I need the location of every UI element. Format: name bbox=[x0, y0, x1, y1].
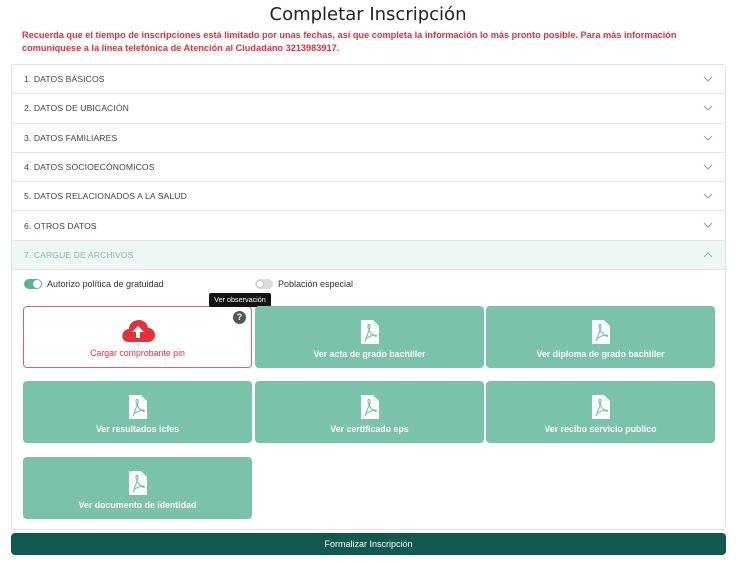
chevron-down-icon bbox=[703, 105, 713, 112]
section-datos-salud[interactable]: 5. DATOS RELACIONADOS A LA SALUD bbox=[12, 182, 725, 212]
ver-certificado-eps-button[interactable]: Ver certificado eps bbox=[255, 381, 484, 443]
chevron-down-icon bbox=[703, 76, 713, 82]
card-label: Ver diploma de grado bachiller bbox=[536, 349, 665, 359]
section-cargue-archivos[interactable]: 7. CARGUE DE ARCHIVOS bbox=[12, 240, 725, 271]
chevron-down-icon bbox=[703, 223, 713, 229]
pdf-icon bbox=[591, 320, 610, 344]
section-label: 2. DATOS DE UBICACIÓN bbox=[24, 103, 129, 114]
pdf-icon bbox=[360, 395, 379, 419]
section-label: 1. DATOS BÁSICOS bbox=[24, 74, 105, 85]
upload-comprobante-pin-button[interactable]: Cargar comprobante pin bbox=[23, 306, 252, 368]
notice-line-1: Recuerda que el tiempo de inscripciones … bbox=[22, 30, 677, 40]
toggle-poblacion-especial[interactable]: Población especial bbox=[255, 279, 353, 289]
ver-acta-grado-button[interactable]: Ver acta de grado bachiller bbox=[255, 306, 484, 368]
tooltip-ver-observacion: Ver observación bbox=[209, 293, 271, 307]
section-datos-socioeconomicos[interactable]: 4. DATOS SOCIOECÓNOMICOS bbox=[12, 153, 725, 183]
switch-off[interactable] bbox=[255, 279, 273, 289]
card-label: Ver certificado eps bbox=[330, 424, 409, 434]
chevron-down-icon bbox=[703, 164, 713, 170]
cloud-upload-icon bbox=[121, 320, 155, 342]
pdf-icon bbox=[128, 471, 147, 495]
section-label: 6. OTROS DATOS bbox=[24, 220, 97, 231]
card-label: Ver recibo servicio publico bbox=[544, 424, 657, 434]
notice-line-2: comuníquese a la línea telefónica de Ate… bbox=[22, 43, 340, 53]
section-datos-familiares[interactable]: 3. DATOS FAMILIARES bbox=[12, 124, 725, 153]
section-datos-ubicacion[interactable]: 2. DATOS DE UBICACIÓN bbox=[12, 94, 725, 124]
section-datos-basicos[interactable]: 1. DATOS BÁSICOS bbox=[12, 65, 725, 95]
card-label: Cargar comprobante pin bbox=[90, 348, 185, 358]
card-label: Ver documento de identidad bbox=[78, 500, 197, 510]
pdf-icon bbox=[128, 395, 147, 419]
section-label: 7. CARGUE DE ARCHIVOS bbox=[24, 249, 134, 260]
card-label: Ver acta de grado bachiller bbox=[313, 349, 426, 359]
question-icon[interactable]: ? bbox=[233, 311, 246, 324]
pdf-icon bbox=[591, 395, 610, 419]
toggle-label: Autorizo política de gratuidad bbox=[47, 279, 164, 289]
section-label: 5. DATOS RELACIONADOS A LA SALUD bbox=[24, 191, 187, 202]
chevron-up-icon bbox=[703, 252, 713, 258]
card-label: Ver resultados icfes bbox=[95, 424, 180, 434]
chevron-down-icon bbox=[703, 193, 713, 199]
toggle-gratuidad[interactable]: Autorizo política de gratuidad bbox=[24, 279, 164, 289]
pdf-icon bbox=[360, 320, 379, 344]
ver-resultados-icfes-button[interactable]: Ver resultados icfes bbox=[23, 381, 252, 443]
deadline-notice: Recuerda que el tiempo de inscripciones … bbox=[22, 29, 722, 55]
ver-diploma-grado-button[interactable]: Ver diploma de grado bachiller bbox=[486, 306, 715, 368]
toggle-label: Población especial bbox=[278, 279, 354, 289]
section-label: 3. DATOS FAMILIARES bbox=[24, 132, 118, 143]
ver-documento-identidad-button[interactable]: Ver documento de identidad bbox=[23, 457, 252, 519]
switch-on[interactable] bbox=[24, 279, 42, 289]
file-toggles: Autorizo política de gratuidad Población… bbox=[24, 279, 714, 299]
section-otros-datos[interactable]: 6. OTROS DATOS bbox=[12, 211, 725, 241]
section-label: 4. DATOS SOCIOECÓNOMICOS bbox=[24, 162, 155, 173]
formalizar-inscripcion-button[interactable]: Formalizar Inscripción bbox=[11, 533, 726, 555]
page-title: Completar Inscripción bbox=[269, 4, 467, 25]
ver-recibo-servicio-button[interactable]: Ver recibo servicio publico bbox=[486, 381, 715, 443]
chevron-down-icon bbox=[703, 135, 713, 141]
